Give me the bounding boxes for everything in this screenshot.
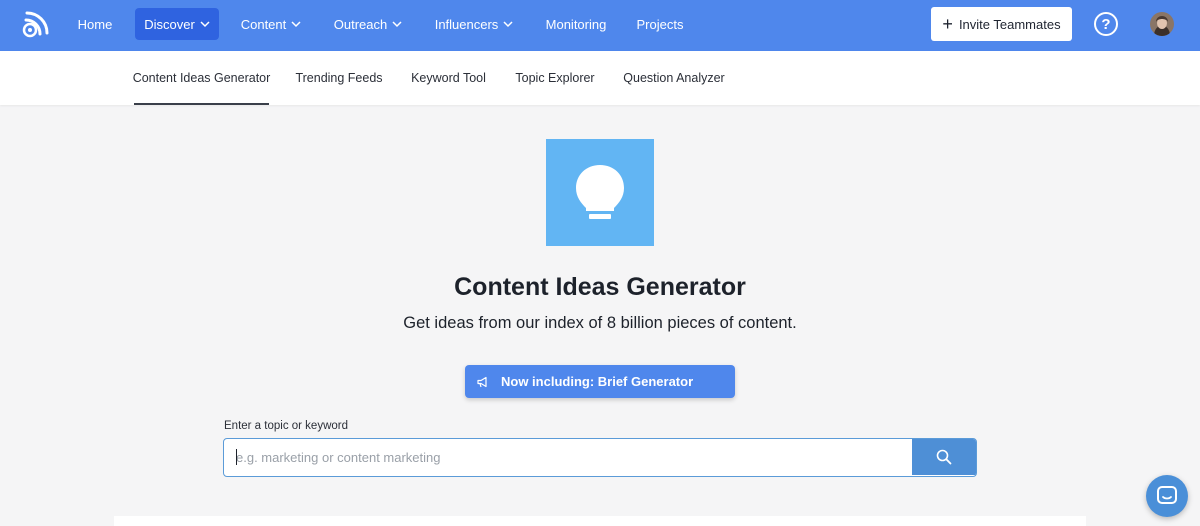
- chevron-down-icon: [392, 21, 402, 28]
- brief-generator-announcement-button[interactable]: Now including: Brief Generator: [465, 365, 735, 398]
- results-card: [114, 516, 1086, 526]
- chat-glyph: [1157, 486, 1177, 504]
- page-title: Content Ideas Generator: [454, 273, 746, 301]
- sub-navigation-bar: Content Ideas Generator Trending Feeds K…: [0, 51, 1200, 105]
- nav-home[interactable]: Home: [70, 8, 120, 40]
- avatar-image: [1150, 12, 1174, 36]
- lightbulb-icon: [576, 164, 624, 219]
- chevron-down-icon: [503, 21, 513, 28]
- chevron-down-icon: [291, 21, 301, 28]
- nav-discover-label: Discover: [144, 16, 195, 32]
- search-label: Enter a topic or keyword: [224, 420, 349, 432]
- nav-outreach-label: Outreach: [333, 16, 388, 32]
- user-avatar[interactable]: [1150, 12, 1174, 36]
- lightbulb-icon-tile: [546, 139, 654, 246]
- question-circle-icon[interactable]: ?: [1094, 12, 1118, 36]
- tab-label: Question Analyzer: [623, 71, 725, 85]
- nav-projects[interactable]: Projects: [630, 8, 690, 40]
- nav-content[interactable]: Content: [236, 8, 306, 40]
- rss-logo-icon[interactable]: [22, 10, 50, 38]
- search-button[interactable]: [912, 439, 976, 475]
- tab-label: Trending Feeds: [295, 71, 383, 85]
- search-icon: [936, 449, 952, 465]
- chevron-down-icon: [200, 21, 210, 28]
- nav-influencers[interactable]: Influencers: [430, 8, 518, 40]
- search-box: [223, 438, 977, 477]
- invite-teammates-button[interactable]: + Invite Teammates: [931, 7, 1072, 41]
- nav-home-label: Home: [77, 16, 113, 32]
- top-navigation-bar: Home Discover Content Outreach Influence…: [0, 0, 1200, 51]
- tab-label: Content Ideas Generator: [132, 71, 271, 85]
- tab-question-analyzer[interactable]: Question Analyzer: [619, 51, 729, 105]
- announcement-label: Now including: Brief Generator: [501, 374, 694, 389]
- page-subtitle: Get ideas from our index of 8 billion pi…: [403, 314, 797, 332]
- text-caret: [236, 449, 237, 465]
- nav-projects-label: Projects: [636, 16, 684, 32]
- tab-label: Topic Explorer: [515, 71, 595, 85]
- tab-topic-explorer[interactable]: Topic Explorer: [511, 51, 599, 105]
- search-input[interactable]: [224, 439, 912, 475]
- tab-trending-feeds[interactable]: Trending Feeds: [292, 51, 386, 105]
- megaphone-icon: [477, 376, 487, 387]
- tab-label: Keyword Tool: [411, 71, 486, 85]
- tab-keyword-tool[interactable]: Keyword Tool: [406, 51, 491, 105]
- nav-content-label: Content: [240, 16, 287, 32]
- tab-content-ideas-generator[interactable]: Content Ideas Generator: [132, 51, 271, 105]
- nav-influencers-label: Influencers: [434, 16, 499, 32]
- plus-icon: +: [942, 14, 953, 34]
- chat-icon[interactable]: [1146, 475, 1188, 517]
- nav-outreach[interactable]: Outreach: [328, 8, 408, 40]
- nav-monitoring-label: Monitoring: [545, 16, 607, 32]
- nav-monitoring[interactable]: Monitoring: [540, 8, 612, 40]
- nav-discover[interactable]: Discover: [135, 8, 219, 40]
- invite-teammates-label: Invite Teammates: [958, 16, 1061, 32]
